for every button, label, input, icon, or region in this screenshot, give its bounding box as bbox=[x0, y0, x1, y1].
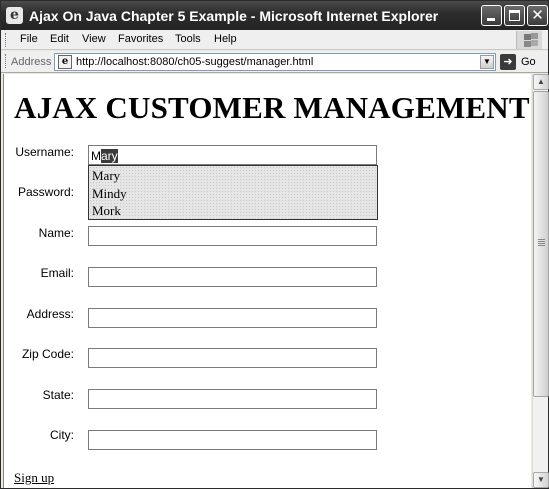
scroll-down-icon: ▼ bbox=[537, 475, 545, 484]
page-title: AJAX CUSTOMER MANAGEMENT bbox=[14, 90, 530, 125]
email-label: Email: bbox=[40, 266, 74, 280]
suggestion-item[interactable]: Mindy bbox=[92, 186, 127, 202]
zip-code-label: Zip Code: bbox=[21, 347, 74, 361]
state-label: State: bbox=[42, 388, 74, 402]
menu-help[interactable]: Help bbox=[214, 33, 237, 45]
go-button[interactable]: ➜ Go bbox=[500, 54, 544, 71]
page-content: AJAX CUSTOMER MANAGEMENT Username: Mary … bbox=[3, 74, 531, 488]
scrollbar-thumb[interactable] bbox=[533, 91, 549, 397]
go-label: Go bbox=[521, 56, 536, 68]
title-bar[interactable]: e Ajax On Java Chapter 5 Example - Micro… bbox=[1, 1, 548, 30]
email-input[interactable] bbox=[88, 267, 377, 287]
address-label: Address bbox=[11, 56, 52, 68]
menu-edit[interactable]: Edit bbox=[50, 33, 69, 45]
windows-logo-icon bbox=[516, 31, 542, 49]
suggestion-list: Mary Mindy Mork bbox=[88, 165, 378, 220]
state-input[interactable] bbox=[88, 389, 377, 409]
scroll-up-icon: ▲ bbox=[537, 77, 545, 86]
address-field-label: Address: bbox=[26, 307, 74, 321]
address-bar: Address e http://localhost:8080/ch05-sug… bbox=[1, 51, 548, 73]
username-selected-completion: ary bbox=[101, 149, 118, 163]
page-icon: e bbox=[58, 55, 72, 69]
ie-logo-icon: e bbox=[6, 7, 23, 24]
minimize-icon bbox=[487, 18, 495, 21]
browser-window: e Ajax On Java Chapter 5 Example - Micro… bbox=[0, 0, 549, 489]
menu-favorites[interactable]: Favorites bbox=[118, 33, 163, 45]
menu-bar: File Edit View Favorites Tools Help bbox=[1, 30, 548, 50]
username-label: Username: bbox=[15, 145, 74, 159]
close-button[interactable]: ✕ bbox=[527, 5, 548, 26]
zip-code-input[interactable] bbox=[88, 348, 377, 368]
city-input[interactable] bbox=[88, 430, 377, 450]
scrollbar-grip bbox=[538, 239, 545, 247]
sign-up-link[interactable]: Sign up bbox=[14, 470, 54, 486]
address-input[interactable]: e http://localhost:8080/ch05-suggest/man… bbox=[54, 53, 496, 71]
username-input[interactable]: Mary bbox=[88, 145, 377, 165]
scroll-up-button[interactable]: ▲ bbox=[533, 74, 549, 90]
maximize-icon bbox=[509, 10, 520, 21]
name-input[interactable] bbox=[88, 226, 377, 246]
suggestion-item[interactable]: Mary bbox=[92, 168, 120, 184]
close-icon: ✕ bbox=[531, 6, 544, 24]
address-dropdown-button[interactable]: ▼ bbox=[480, 55, 494, 69]
username-typed-text: M bbox=[91, 149, 101, 163]
username-value: Mary bbox=[91, 149, 118, 163]
address-url[interactable]: http://localhost:8080/ch05-suggest/manag… bbox=[76, 56, 313, 68]
suggestion-item[interactable]: Mork bbox=[92, 203, 121, 219]
menu-view[interactable]: View bbox=[82, 33, 106, 45]
vertical-scrollbar[interactable]: ▲ ▼ bbox=[532, 74, 549, 488]
window-title: Ajax On Java Chapter 5 Example - Microso… bbox=[29, 8, 439, 24]
chevron-down-icon: ▼ bbox=[483, 57, 491, 66]
go-arrow-icon: ➜ bbox=[500, 54, 516, 70]
maximize-button[interactable] bbox=[504, 5, 525, 26]
city-label: City: bbox=[50, 428, 74, 442]
password-label: Password: bbox=[17, 185, 74, 199]
scroll-down-button[interactable]: ▼ bbox=[533, 472, 549, 488]
name-label: Name: bbox=[38, 226, 74, 240]
menu-file[interactable]: File bbox=[20, 33, 38, 45]
toolbar-grip[interactable] bbox=[5, 54, 7, 68]
address-field-input[interactable] bbox=[88, 308, 377, 328]
menu-tools[interactable]: Tools bbox=[175, 33, 201, 45]
toolbar-grip[interactable] bbox=[5, 33, 7, 47]
minimize-button[interactable] bbox=[481, 5, 502, 26]
